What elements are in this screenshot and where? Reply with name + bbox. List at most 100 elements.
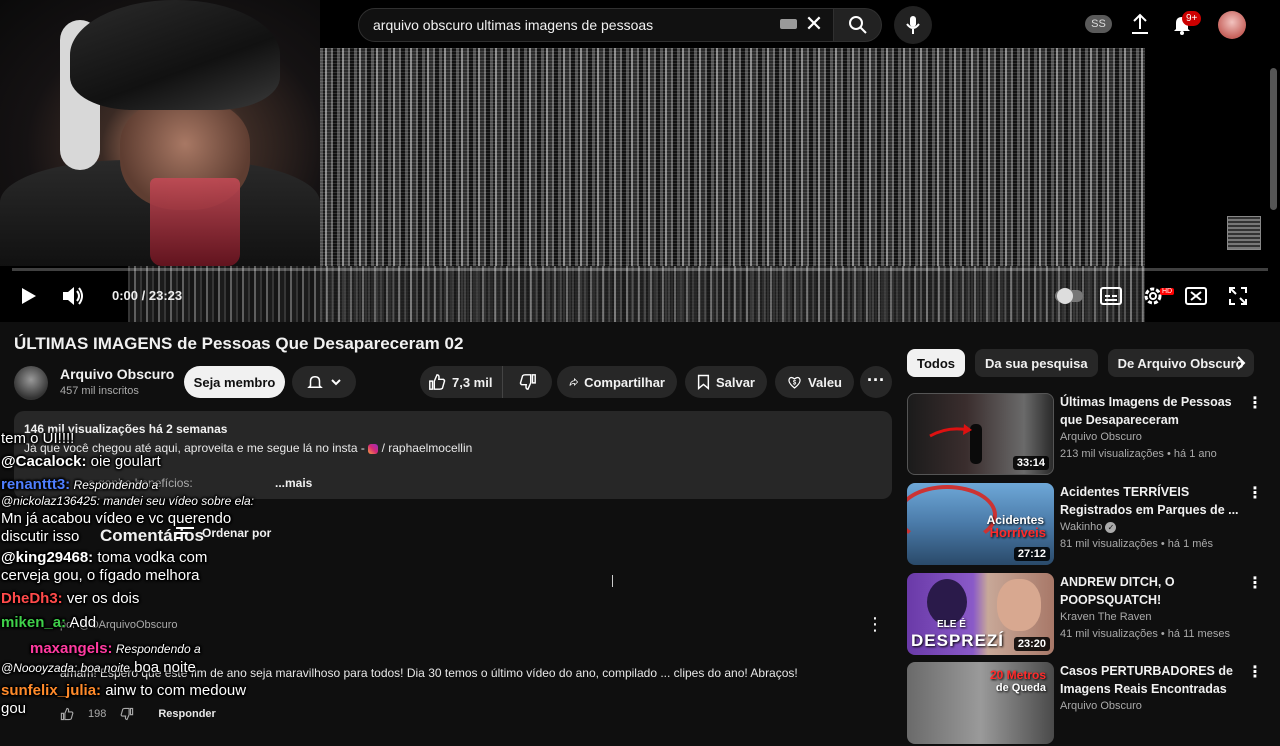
instagram-icon (368, 443, 379, 454)
chat-message: Respondendo a (112, 642, 201, 656)
save-label: Salvar (715, 374, 755, 390)
channel-watermark[interactable] (1227, 216, 1261, 250)
time-display: 0:00 / 23:23 (112, 288, 183, 303)
video-player[interactable]: 0:00 / 23:23 HD (0, 0, 1280, 322)
webcam-overlay (0, 0, 320, 266)
chat-line: Mn já acabou vídeo e vc querendo (1, 510, 232, 527)
recommended-video[interactable]: Acidentes Horríveis 27:12 Acidentes TERR… (907, 483, 1272, 567)
save-icon (697, 374, 710, 391)
progress-bar[interactable] (12, 268, 1268, 271)
video-title[interactable]: Acidentes TERRÍVEIS Registrados em Parqu… (1060, 483, 1240, 519)
fullscreen-icon (1229, 287, 1247, 305)
chat-user: miken_a: (1, 614, 67, 631)
video-frame-lower (128, 266, 1145, 322)
video-title[interactable]: Casos PERTURBADORES de Imagens Reais Enc… (1060, 662, 1240, 698)
more-options-button[interactable]: ⋮ (1247, 483, 1263, 503)
show-more-link[interactable]: ...mais (275, 476, 312, 490)
recommended-video[interactable]: ELE É DESPREZÍ 23:20 ANDREW DITCH, O POO… (907, 573, 1272, 657)
chip-from-search[interactable]: Da sua pesquisa (975, 349, 1098, 377)
chat-user: @king29468: (1, 549, 94, 566)
video-thumbnail[interactable]: 33:14 (907, 393, 1054, 475)
channel-name[interactable]: Kraven The Raven (1060, 611, 1152, 623)
verified-icon: ✓ (1105, 522, 1117, 533)
search-icon (848, 16, 867, 34)
like-count: 7,3 mil (452, 374, 493, 390)
video-title: ÚLTIMAS IMAGENS de Pessoas Que Desaparec… (14, 334, 464, 353)
more-options-button[interactable]: ⋮ (1247, 393, 1263, 413)
chat-line: @nickolaz136425: mandei seu vídeo sobre … (1, 494, 255, 508)
upload-icon[interactable] (1128, 12, 1152, 36)
video-duration: 33:14 (1012, 456, 1049, 470)
channel-label: Wakinho (1060, 521, 1103, 533)
more-actions-button[interactable]: ··· (860, 366, 892, 398)
video-duration: 27:12 (1013, 547, 1050, 561)
sort-button[interactable]: Ordenar por (176, 526, 271, 540)
thumbnail-text: Horríveis (989, 525, 1046, 540)
miniplayer-icon (1185, 287, 1207, 305)
search-input[interactable]: arquivo obscuro ultimas imagens de pesso… (358, 8, 834, 42)
like-button[interactable]: 7,3 mil (420, 366, 504, 398)
hd-badge: HD (1160, 288, 1175, 295)
dislike-button[interactable] (509, 366, 547, 398)
avatar[interactable] (1218, 11, 1246, 39)
search-button[interactable] (834, 8, 882, 42)
instagram-link[interactable]: / raphaelmocellin (382, 441, 473, 455)
like-icon[interactable] (60, 707, 74, 721)
video-title[interactable]: Últimas Imagens de Pessoas que Desaparec… (1060, 393, 1240, 429)
account-badge[interactable]: SS (1085, 15, 1112, 33)
notification-count-badge: 9+ (1182, 11, 1202, 26)
thanks-button[interactable]: $ Valeu (775, 366, 854, 398)
keyboard-icon[interactable] (780, 19, 797, 29)
sort-icon (176, 527, 194, 539)
thumbnail-text: DESPREZÍ (911, 631, 1005, 650)
chip-all[interactable]: Todos (907, 349, 966, 377)
filter-chips: Todos Da sua pesquisa De Arquivo Obscuro (907, 349, 1254, 377)
channel-name[interactable]: Wakinho ✓ (1060, 521, 1117, 533)
dislike-icon (520, 374, 537, 390)
chat-user: renanttt3: (1, 476, 71, 493)
chat-line: @Cacalock: oie goulart (1, 453, 161, 470)
search-query: arquivo obscuro ultimas imagens de pesso… (373, 17, 654, 33)
join-button[interactable]: Seja membro (184, 366, 285, 398)
bell-icon (307, 375, 323, 388)
recommended-video[interactable]: 20 Metros de Queda Casos PERTURBADORES d… (907, 662, 1272, 746)
subscriber-count: 457 mil inscritos (60, 385, 139, 397)
channel-name[interactable]: Arquivo Obscuro (1060, 431, 1142, 443)
share-button[interactable]: Compartilhar (557, 366, 677, 398)
chat-message: ainw to com medouw (101, 682, 247, 699)
chat-line: maxangels: Respondendo a (30, 640, 201, 657)
autoplay-toggle[interactable] (1055, 288, 1083, 304)
thumbnail-text: ELE É (937, 619, 966, 630)
svg-text:$: $ (793, 380, 797, 386)
dislike-icon[interactable] (120, 707, 134, 721)
subscribed-button[interactable] (292, 366, 356, 398)
voice-search-button[interactable] (894, 6, 932, 44)
video-title[interactable]: ANDREW DITCH, O POOPSQUATCH! (1060, 573, 1240, 609)
video-thumbnail[interactable]: Acidentes Horríveis 27:12 (907, 483, 1054, 565)
channel-avatar[interactable] (14, 366, 48, 400)
more-options-button[interactable]: ⋮ (1247, 573, 1263, 593)
thanks-label: Valeu (808, 374, 842, 390)
save-button[interactable]: Salvar (685, 366, 767, 398)
volume-button[interactable] (60, 284, 86, 308)
comment-menu-button[interactable]: ⋮ (866, 614, 884, 635)
subtitles-button[interactable] (1099, 284, 1123, 308)
play-button[interactable] (16, 284, 40, 308)
thanks-icon: $ (788, 376, 801, 389)
share-icon (569, 377, 579, 387)
video-thumbnail[interactable]: 20 Metros de Queda (907, 662, 1054, 744)
text-cursor (612, 575, 613, 587)
more-options-button[interactable]: ⋮ (1247, 662, 1263, 682)
fullscreen-button[interactable] (1226, 284, 1250, 308)
video-thumbnail[interactable]: ELE É DESPREZÍ 23:20 (907, 573, 1054, 655)
channel-name[interactable]: Arquivo Obscuro (1060, 700, 1142, 712)
scrollbar[interactable] (1270, 68, 1277, 210)
mic-icon (906, 16, 920, 34)
chevron-right-icon[interactable] (1230, 352, 1252, 374)
reply-button[interactable]: Responder (158, 708, 215, 720)
channel-name[interactable]: Arquivo Obscuro (60, 366, 174, 382)
miniplayer-button[interactable] (1184, 284, 1208, 308)
clear-search-icon[interactable]: ✕ (804, 13, 824, 35)
video-meta: 81 mil visualizações • há 1 mês (1060, 538, 1214, 550)
recommended-video[interactable]: 33:14 Últimas Imagens de Pessoas que Des… (907, 393, 1272, 477)
